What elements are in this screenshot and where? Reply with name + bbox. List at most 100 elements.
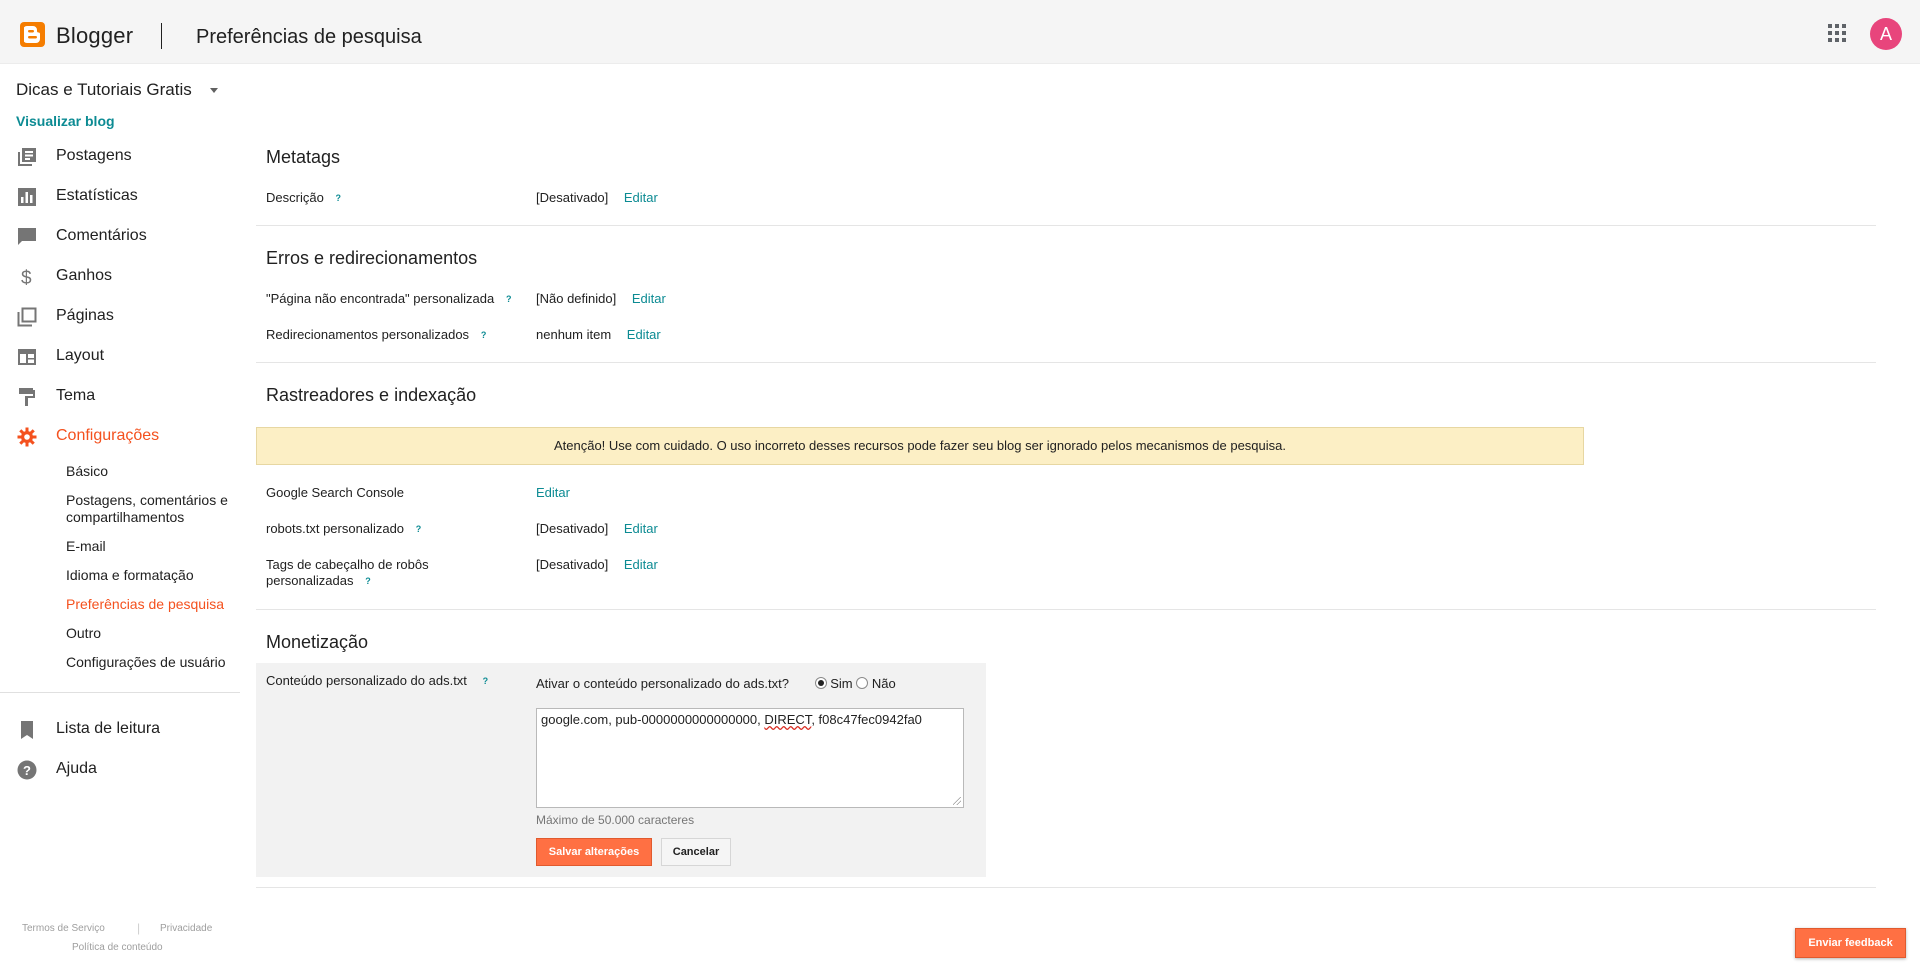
view-blog-link[interactable]: Visualizar blog	[16, 113, 115, 129]
help-icon[interactable]: ?	[502, 293, 515, 306]
settings-sub-postagens[interactable]: Postagens, comentários e compartilhament…	[66, 492, 246, 526]
radio-no-label: Não	[871, 676, 896, 691]
layout-icon	[18, 349, 36, 365]
not-found-label-text: "Página não encontrada" personalizada	[266, 291, 495, 306]
sidebar-item-ganhos[interactable]: $ Ganhos	[0, 259, 240, 295]
robot-tags-value: [Desativado]	[536, 557, 609, 572]
bookmark-icon	[21, 721, 33, 739]
top-bar: Blogger Preferências de pesquisa A	[0, 0, 1920, 64]
redirects-label-text: Redirecionamentos personalizados	[266, 327, 470, 342]
settings-sub-outro[interactable]: Outro	[66, 625, 101, 642]
edit-not-found-link[interactable]: Editar	[632, 291, 666, 306]
ads-txt-label-text: Conteúdo personalizado do ads.txt	[266, 673, 467, 688]
blogger-logo-icon[interactable]	[20, 22, 45, 47]
help-icon[interactable]: ?	[412, 523, 425, 536]
sidebar-item-postagens[interactable]: Postagens	[0, 139, 240, 175]
sidebar-item-comentarios[interactable]: Comentários	[0, 219, 240, 255]
edit-description-link[interactable]: Editar	[624, 190, 658, 205]
sidebar-item-label: Ganhos	[56, 267, 113, 284]
search-console-label: Google Search Console	[266, 485, 405, 500]
sidebar-item-label: Layout	[56, 347, 105, 364]
ads-txt-textarea[interactable]: google.com, pub-0000000000000000, DIRECT…	[536, 708, 964, 808]
section-title-monetization: Monetização	[266, 632, 369, 652]
edit-redirects-link[interactable]: Editar	[627, 327, 661, 342]
sidebar-item-label: Configurações	[56, 427, 160, 444]
robots-label: robots.txt personalizado?	[266, 521, 425, 537]
help-icon[interactable]: ?	[479, 675, 492, 688]
edit-robots-link[interactable]: Editar	[624, 521, 658, 536]
chevron-down-icon[interactable]	[210, 88, 218, 93]
description-label-text: Descrição	[266, 190, 324, 205]
sidebar-item-lista-leitura[interactable]: Lista de leitura	[0, 712, 240, 748]
sidebar-item-tema[interactable]: Tema	[0, 379, 240, 415]
sidebar-item-label: Lista de leitura	[56, 720, 161, 737]
radio-no[interactable]	[856, 677, 869, 689]
apps-grid-icon[interactable]	[1828, 24, 1848, 44]
settings-sub-basico[interactable]: Básico	[66, 463, 108, 480]
settings-sub-idioma[interactable]: Idioma e formatação	[66, 567, 194, 584]
robot-tags-label: Tags de cabeçalho de robôs personalizada…	[266, 557, 466, 589]
section-title-metatags: Metatags	[266, 147, 341, 167]
sidebar-item-ajuda[interactable]: ? Ajuda	[0, 752, 240, 788]
redirects-label: Redirecionamentos personalizados?	[266, 327, 490, 343]
send-feedback-button[interactable]: Enviar feedback	[1795, 928, 1906, 958]
sidebar-item-estatisticas[interactable]: Estatísticas	[0, 179, 240, 215]
dollar-icon: $	[21, 268, 32, 287]
section-divider	[256, 362, 1876, 363]
not-found-value: [Não definido]	[536, 291, 617, 306]
radio-yes[interactable]	[814, 677, 827, 689]
help-icon[interactable]: ?	[361, 575, 374, 588]
help-icon: ?	[17, 760, 37, 780]
sidebar-item-paginas[interactable]: Páginas	[0, 299, 240, 335]
section-divider	[256, 225, 1876, 226]
edit-robot-tags-link[interactable]: Editar	[624, 557, 658, 572]
terms-link[interactable]: Termos de Serviço	[22, 923, 105, 934]
section-divider	[256, 887, 1876, 888]
sidebar-divider	[0, 692, 240, 693]
header-divider	[161, 23, 162, 49]
warning-banner: Atenção! Use com cuidado. O uso incorret…	[256, 427, 1584, 465]
cancel-button[interactable]: Cancelar	[661, 838, 731, 866]
privacy-link[interactable]: Privacidade	[160, 923, 212, 934]
help-icon[interactable]: ?	[477, 329, 490, 342]
edit-search-console-link[interactable]: Editar	[536, 485, 570, 500]
radio-yes-label: Sim	[830, 676, 853, 691]
sidebar-item-label: Estatísticas	[56, 187, 138, 204]
redirects-setting: nenhum item Editar	[536, 327, 661, 342]
sidebar-item-label: Postagens	[56, 147, 132, 164]
settings-sub-usuario[interactable]: Configurações de usuário	[66, 654, 226, 671]
page-title: Preferências de pesquisa	[196, 26, 422, 48]
ads-txt-text-direct: DIRECT	[764, 712, 812, 727]
sidebar-item-layout[interactable]: Layout	[0, 339, 240, 375]
pages-icon	[17, 307, 37, 327]
ads-txt-label: Conteúdo personalizado do ads.txt?	[266, 673, 492, 689]
content-policy-link[interactable]: Política de conteúdo	[72, 942, 163, 953]
svg-text:$: $	[21, 268, 32, 287]
redirects-value: nenhum item	[536, 327, 612, 342]
brand-name[interactable]: Blogger	[56, 23, 133, 49]
settings-sub-preferencias-pesquisa[interactable]: Preferências de pesquisa	[66, 596, 224, 613]
sidebar-item-label: Ajuda	[56, 760, 97, 777]
blog-selector[interactable]: Dicas e Tutoriais Gratis	[16, 80, 192, 100]
footer-divider: |	[137, 921, 141, 935]
robot-tags-label-text: Tags de cabeçalho de robôs personalizada…	[266, 557, 429, 588]
posts-icon	[18, 148, 36, 166]
help-icon[interactable]: ?	[332, 192, 345, 205]
sidebar-item-label: Comentários	[56, 227, 147, 244]
avatar[interactable]: A	[1870, 18, 1902, 50]
sidebar-item-configuracoes[interactable]: Configurações	[0, 419, 240, 455]
save-button[interactable]: Salvar alterações	[536, 838, 652, 866]
ads-txt-text-before: google.com, pub-0000000000000000,	[541, 712, 765, 727]
not-found-setting: [Não definido] Editar	[536, 291, 666, 306]
paint-roller-icon	[19, 388, 35, 406]
robots-label-text: robots.txt personalizado	[266, 521, 405, 536]
resize-handle-icon[interactable]	[953, 797, 961, 805]
svg-text:?: ?	[23, 763, 31, 778]
gear-icon	[17, 427, 37, 447]
robots-value: [Desativado]	[536, 521, 609, 536]
settings-sub-email[interactable]: E-mail	[66, 538, 106, 555]
section-title-errors: Erros e redirecionamentos	[266, 248, 478, 268]
sidebar-item-label: Páginas	[56, 307, 114, 324]
not-found-label: "Página não encontrada" personalizada?	[266, 291, 515, 307]
enable-question: Ativar o conteúdo personalizado do ads.t…	[536, 676, 789, 691]
